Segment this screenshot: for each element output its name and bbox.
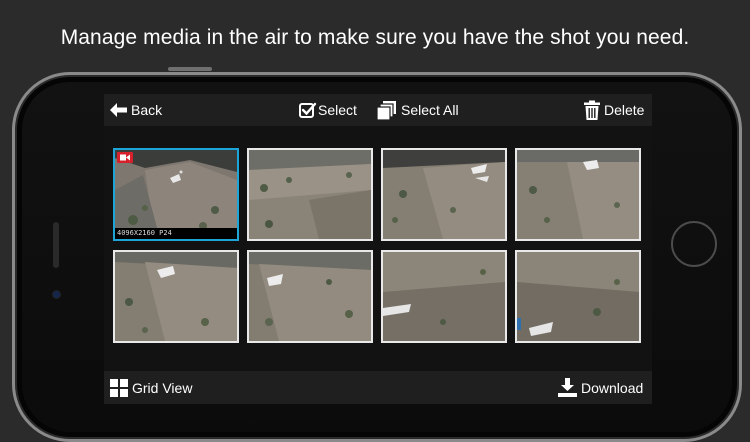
checkbox-icon: [299, 102, 317, 119]
aerial-photo: [383, 252, 505, 341]
grid-icon: [110, 378, 128, 397]
video-camera-icon: [120, 154, 130, 161]
media-thumbnail-5[interactable]: [113, 250, 239, 343]
resolution-label: 4096X2160 P24: [115, 228, 237, 239]
back-arrow-icon: [110, 103, 127, 117]
phone-camera: [53, 291, 60, 298]
delete-button[interactable]: Delete: [584, 94, 644, 126]
select-all-button[interactable]: Select All: [376, 94, 459, 126]
grid-view-button[interactable]: Grid View: [110, 371, 192, 404]
media-grid: 4096X2160 P24: [104, 126, 652, 371]
aerial-photo: [517, 252, 639, 341]
aerial-photo: [249, 150, 371, 239]
media-thumbnail-4[interactable]: [515, 148, 641, 241]
trash-icon: [584, 100, 600, 120]
media-thumbnail-2[interactable]: [247, 148, 373, 241]
delete-label: Delete: [604, 102, 645, 118]
home-button[interactable]: [671, 221, 717, 267]
select-label: Select: [318, 102, 357, 118]
phone-speaker: [53, 222, 59, 268]
media-thumbnail-3[interactable]: [381, 148, 507, 241]
aerial-photo: [383, 150, 505, 239]
phone-side-button: [168, 67, 212, 71]
aerial-photo: [249, 252, 371, 341]
download-label: Download: [581, 379, 644, 396]
bottom-toolbar: Grid View Download: [104, 371, 652, 404]
download-icon: [558, 378, 577, 397]
media-thumbnail-8[interactable]: [515, 250, 641, 343]
stacked-pages-icon: [376, 100, 397, 121]
headline: Manage media in the air to make sure you…: [60, 26, 690, 49]
app-screen: Back Select Select All Delete 4096X2160 …: [104, 94, 652, 404]
download-button[interactable]: Download: [558, 371, 643, 404]
aerial-photo: [115, 252, 237, 341]
select-all-label: Select All: [401, 102, 459, 118]
media-thumbnail-6[interactable]: [247, 250, 373, 343]
select-button[interactable]: Select: [299, 94, 357, 126]
back-label: Back: [131, 102, 163, 118]
top-toolbar: Back Select Select All Delete: [104, 94, 652, 126]
back-button[interactable]: Back: [110, 94, 162, 126]
media-thumbnail-7[interactable]: [381, 250, 507, 343]
media-thumbnail-1[interactable]: 4096X2160 P24: [113, 148, 239, 241]
video-badge: [117, 152, 133, 163]
grid-view-label: Grid View: [132, 379, 193, 396]
aerial-photo: [517, 150, 639, 239]
aerial-photo: [115, 150, 237, 239]
